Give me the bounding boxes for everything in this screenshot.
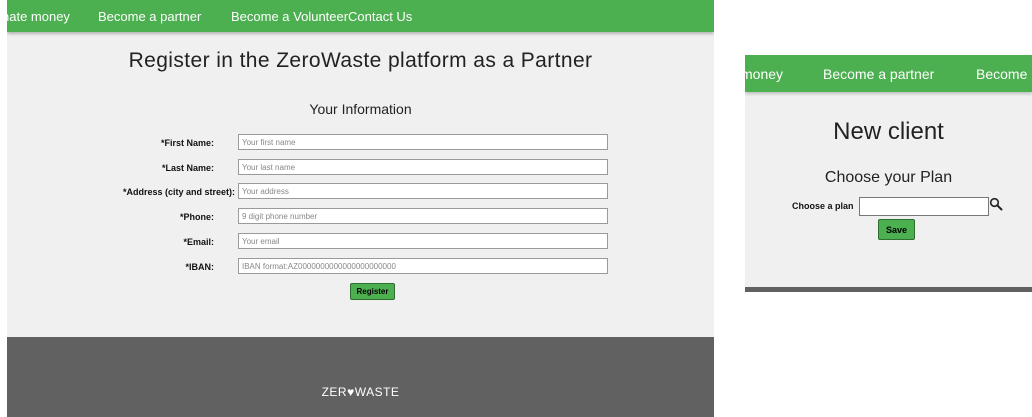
footer: ZER♥WASTE bbox=[7, 337, 714, 417]
nav-become-volunteer[interactable]: Become a Volunteer bbox=[231, 0, 348, 32]
heart-icon: ♥ bbox=[347, 385, 355, 399]
plan-input[interactable] bbox=[859, 197, 989, 216]
nav-become-volunteer[interactable]: Become bbox=[976, 55, 1027, 93]
iban-label: *IBAN: bbox=[185, 262, 215, 272]
nav-donate-money[interactable]: nate money bbox=[7, 0, 70, 32]
page-title: New client bbox=[833, 118, 944, 145]
email-label: *Email: bbox=[183, 237, 214, 247]
logo-text-waste: WASTE bbox=[354, 385, 400, 399]
footer-strip bbox=[745, 287, 1032, 292]
section-title: Choose your Plan bbox=[824, 169, 953, 186]
section-title: Your Information bbox=[309, 101, 412, 117]
phone-input[interactable] bbox=[238, 208, 608, 224]
page-title: Register in the ZeroWaste platform as a … bbox=[128, 49, 593, 72]
save-button[interactable]: Save bbox=[878, 219, 915, 240]
partner-registration-page: nate money Become a partner Become a Vol… bbox=[7, 0, 714, 417]
zerowaste-logo: ZER♥WASTE bbox=[7, 385, 714, 399]
logo-text-zer: ZER bbox=[321, 385, 348, 399]
nav-become-partner[interactable]: Become a partner bbox=[823, 55, 934, 93]
first-name-label: *First Name: bbox=[160, 138, 214, 148]
phone-label: *Phone: bbox=[179, 212, 214, 222]
last-name-input[interactable] bbox=[238, 159, 608, 175]
nav-contact-us[interactable]: Contact Us bbox=[348, 0, 412, 32]
new-client-page: money Become a partner Become New client… bbox=[745, 55, 1032, 292]
first-name-input[interactable] bbox=[238, 134, 608, 150]
email-input[interactable] bbox=[238, 233, 608, 249]
iban-input[interactable] bbox=[238, 258, 608, 274]
top-navbar: money Become a partner Become bbox=[745, 55, 1032, 92]
search-icon[interactable] bbox=[989, 197, 1003, 211]
top-navbar: nate money Become a partner Become a Vol… bbox=[7, 0, 714, 32]
register-button[interactable]: Register bbox=[350, 283, 395, 300]
choose-plan-label: Choose a plan bbox=[792, 201, 854, 211]
last-name-label: *Last Name: bbox=[161, 163, 214, 173]
nav-become-partner[interactable]: Become a partner bbox=[98, 0, 201, 32]
address-input[interactable] bbox=[238, 183, 608, 199]
nav-donate-money[interactable]: money bbox=[745, 55, 783, 93]
address-label: *Address (city and street): bbox=[122, 187, 235, 197]
